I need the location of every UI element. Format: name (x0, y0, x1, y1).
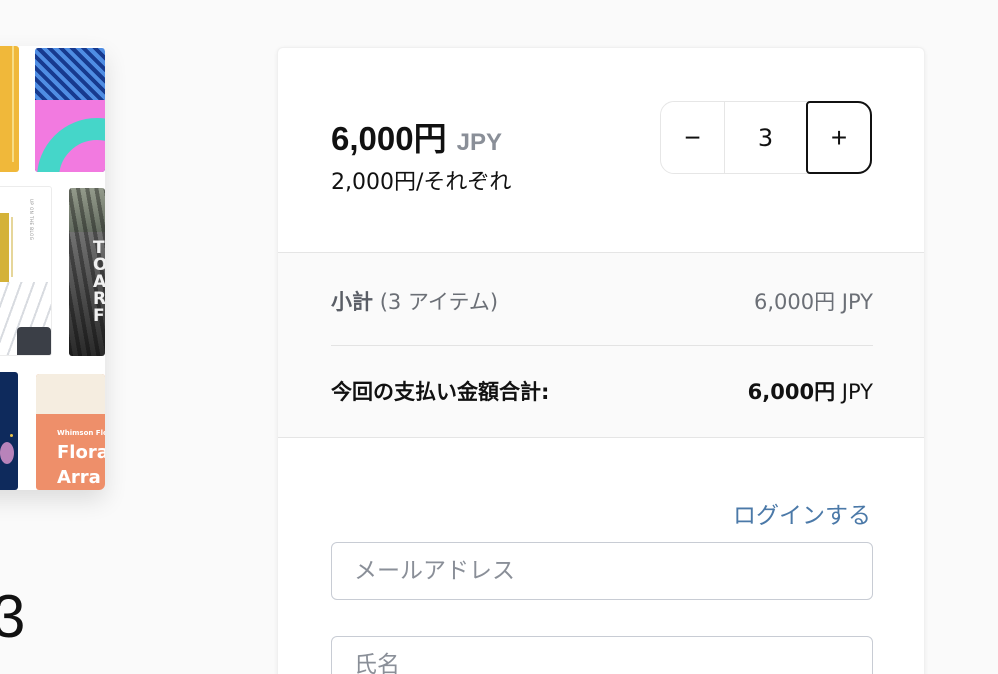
email-field[interactable] (331, 542, 873, 600)
page-number: 3 (0, 583, 26, 650)
checkout-card: 6,000円 JPY 2,000円/それぞれ − 3 + 小計 (3 アイテム)… (277, 47, 925, 674)
login-link[interactable]: ログインする (733, 496, 871, 530)
full-name-field[interactable] (331, 636, 873, 674)
subtotal-label: 小計 (3 アイテム) (331, 286, 498, 316)
total-amount: 6,000円 (747, 380, 836, 404)
decrease-quantity-button[interactable]: − (661, 102, 725, 173)
quantity-stepper: − 3 + (660, 101, 872, 174)
thumbnail-small-text: Whimson Flo (57, 429, 105, 437)
total-label: 今回の支払い金額合計: (331, 380, 550, 404)
template-thumbnail-floral[interactable]: Whimson Flo Flora Arra (36, 374, 105, 490)
price-currency: JPY (456, 129, 502, 156)
template-thumbnail-yellow[interactable] (0, 46, 19, 172)
thumbnail-letters: T O A R F (93, 238, 105, 326)
increase-quantity-button[interactable]: + (806, 101, 872, 174)
total-currency: JPY (841, 380, 873, 404)
price-block: 6,000円 JPY 2,000円/それぞれ (331, 112, 511, 196)
subtotal-value: 6,000円 JPY (753, 290, 873, 314)
thumbnail-title: Flora Arra (57, 442, 105, 488)
template-thumbnail-forest[interactable]: T O A R F (69, 188, 105, 356)
total-price: 6,000円 (331, 120, 447, 157)
total-value: 6,000円 JPY (748, 376, 873, 406)
subtotal-item-count: (3 アイテム) (379, 290, 499, 314)
template-thumbnail-blog[interactable]: UP ON THE BLOG (0, 186, 52, 356)
order-summary: 小計 (3 アイテム) 6,000円 JPY 今回の支払い金額合計: 6,000… (278, 252, 924, 438)
template-thumbnail-navy[interactable] (0, 372, 18, 490)
unit-price: 2,000円/それぞれ (331, 170, 512, 195)
product-preview: UP ON THE BLOG T O A R F Whimson Flo Flo… (0, 46, 105, 490)
thumbnail-caption: UP ON THE BLOG (29, 199, 34, 241)
subtotal-title: 小計 (331, 290, 373, 314)
quantity-value[interactable]: 3 (725, 102, 806, 173)
template-thumbnail-stripes[interactable] (35, 48, 105, 172)
summary-divider (331, 345, 873, 346)
subtotal-row: 小計 (3 アイテム) 6,000円 JPY (331, 285, 873, 317)
total-row: 今回の支払い金額合計: 6,000円 JPY (331, 375, 873, 407)
